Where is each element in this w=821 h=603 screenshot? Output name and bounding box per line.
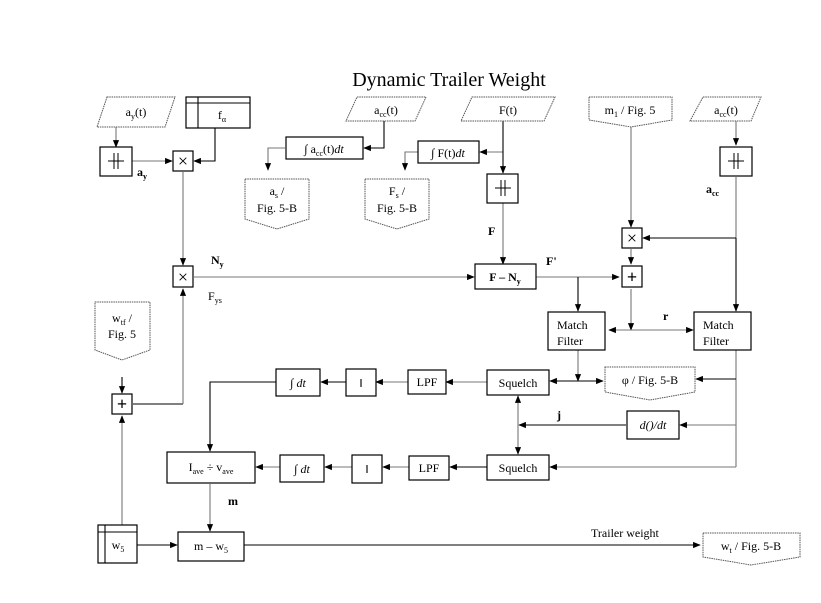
input-F: F(t) (460, 96, 556, 122)
lpf-2: LPF (408, 455, 450, 481)
arrow-falpha-to-multiply (193, 128, 216, 165)
signal-label-ay: ay (137, 165, 147, 181)
svg-text:∫ acc(t)dt: ∫ acc(t)dt (303, 142, 344, 158)
svg-text:Match: Match (703, 318, 734, 332)
svg-text:∫ dt: ∫ dt (289, 376, 306, 390)
multiply-block-1: × (172, 150, 194, 172)
signal-label-acc: acc (706, 182, 720, 198)
signal-label-m: m (228, 494, 238, 508)
svg-text:∫ F(t)dt: ∫ F(t)dt (430, 146, 465, 160)
abs-block-1: ‖ (345, 368, 377, 397)
filter-block-F (486, 173, 519, 204)
svg-text:F(t): F(t) (499, 103, 517, 117)
signal-label-Ny: Ny (211, 253, 224, 269)
input-ay: ay(t) (96, 96, 176, 128)
offpage-wt: wt / Fig. 5-B (702, 532, 801, 566)
plus-icon: + (627, 267, 637, 287)
multiply-icon: × (178, 267, 188, 287)
svg-text:F – Ny: F – Ny (489, 270, 521, 286)
svg-text:Filter: Filter (557, 334, 583, 348)
signal-label-Fys: Fys (208, 289, 222, 305)
svg-text:acc(t): acc(t) (714, 103, 738, 119)
table-f-alpha: fα (185, 96, 251, 129)
integral-dt-block-2: ∫ dt (279, 454, 325, 483)
block-diagram: Dynamic Trailer Weight ay(t) acc(t) F(t)… (94, 69, 801, 566)
multiply-block-2: × (172, 265, 194, 288)
svg-text:Fig. 5-B: Fig. 5-B (257, 201, 297, 215)
squelch-2: Squelch (486, 454, 550, 481)
svg-text:LPF: LPF (417, 375, 438, 389)
svg-text:Squelch: Squelch (499, 461, 538, 475)
filter-block-acc (719, 146, 753, 177)
svg-text:m – w5: m – w5 (194, 539, 228, 555)
arrow-acc-to-integral (363, 121, 385, 152)
integral-dt-block-1: ∫ dt (275, 368, 321, 397)
signal-label-F-prime: F' (546, 254, 557, 268)
svg-text:∫ dt: ∫ dt (293, 462, 310, 476)
signal-label-r: r (663, 309, 669, 323)
add-block-right: + (621, 265, 643, 288)
signal-label-F: F (488, 224, 495, 238)
match-filter-1: Match Filter (547, 311, 606, 351)
multiply-icon: × (627, 228, 637, 248)
input-acc-right: acc(t) (689, 96, 762, 122)
svg-text:φ / Fig. 5-B: φ / Fig. 5-B (622, 373, 678, 387)
multiply-icon: × (178, 151, 188, 171)
squelch-1: Squelch (486, 369, 550, 396)
svg-text:m1 / Fig. 5: m1 / Fig. 5 (605, 103, 656, 119)
svg-text:Match: Match (557, 318, 588, 332)
offpage-Fs: Fs / Fig. 5-B (364, 178, 430, 230)
arrow-integral-to-as (264, 147, 285, 171)
lpf-1: LPF (407, 369, 447, 395)
signal-label-trailer-weight: Trailer weight (591, 526, 660, 540)
add-block-left: + (111, 393, 133, 415)
filter-block-ay (99, 146, 133, 177)
svg-text:Squelch: Squelch (499, 376, 538, 390)
multiply-block-3: × (621, 227, 643, 249)
plus-icon: + (117, 394, 127, 414)
svg-text:acc(t): acc(t) (374, 103, 398, 119)
offpage-wtf: wtf / Fig. 5 (94, 301, 151, 361)
signal-label-j: j (556, 408, 561, 422)
svg-text:ay(t): ay(t) (126, 105, 147, 121)
match-filter-2: Match Filter (693, 311, 752, 351)
derivative-block: d()/dt (626, 410, 680, 440)
abs-icon: ‖ (359, 376, 362, 390)
offpage-phi: φ / Fig. 5-B (604, 366, 696, 401)
svg-text:Fig. 5: Fig. 5 (108, 327, 136, 341)
offpage-m1: m1 / Fig. 5 (588, 96, 673, 128)
offpage-as: as / Fig. 5-B (244, 178, 310, 230)
svg-text:LPF: LPF (419, 461, 440, 475)
integral-acc-block: ∫ acc(t)dt (285, 136, 364, 160)
arrow-integral-to-Fs (401, 151, 418, 171)
m-minus-w5-block: m – w5 (177, 531, 245, 562)
F-minus-Ny-block: F – Ny (474, 263, 537, 290)
integral-F-block: ∫ F(t)dt (417, 140, 480, 164)
svg-text:d()/dt: d()/dt (640, 418, 667, 432)
diagram-title: Dynamic Trailer Weight (352, 69, 546, 91)
table-w5: w5 (97, 524, 138, 564)
svg-text:Fig. 5-B: Fig. 5-B (377, 201, 417, 215)
svg-text:Filter: Filter (703, 334, 729, 348)
svg-text:as /: as / (270, 184, 285, 200)
abs-icon: ‖ (365, 462, 368, 476)
input-acc-mid: acc(t) (345, 96, 427, 122)
arrow-int1-to-div (206, 381, 276, 452)
abs-block-2: ‖ (351, 454, 383, 484)
division-block: Iave ÷ vave (166, 451, 256, 484)
